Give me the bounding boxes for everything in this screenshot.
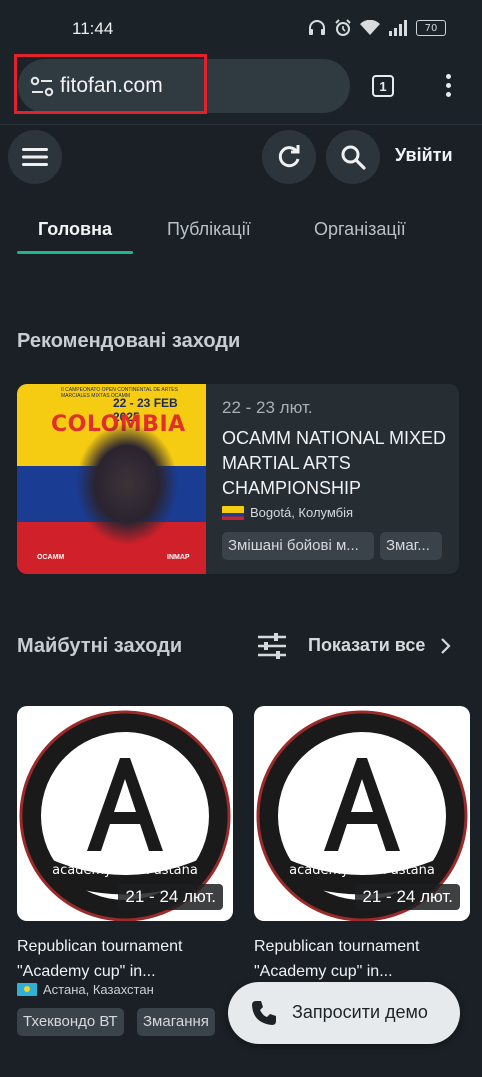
address-bar[interactable]: fitofan.com xyxy=(18,59,350,113)
battery-indicator: 70 xyxy=(416,20,446,36)
logo-text: academy team astana xyxy=(289,863,435,878)
event-location: Астана, Казахстан xyxy=(17,982,154,997)
phone-icon xyxy=(252,1001,276,1025)
search-icon xyxy=(341,145,366,170)
tab-home[interactable]: Головна xyxy=(38,219,112,240)
site-settings-icon[interactable] xyxy=(30,76,54,98)
kazakhstan-flag-icon xyxy=(17,983,37,996)
tab-publications[interactable]: Публікації xyxy=(167,219,251,240)
status-icons: 70 xyxy=(308,19,446,37)
featured-event-location: Bogotá, Колумбія xyxy=(222,505,353,520)
alarm-icon xyxy=(335,19,351,36)
logo-text: academy team astana xyxy=(52,863,198,878)
event-card[interactable]: academy team astana 21 - 24 лют. Republi… xyxy=(254,706,470,980)
event-date-badge: 21 - 24 лют. xyxy=(118,884,223,910)
tab-switcher-button[interactable]: 1 xyxy=(372,75,394,97)
filter-sliders-icon[interactable] xyxy=(258,633,286,659)
url-text[interactable]: fitofan.com xyxy=(60,74,163,98)
active-tab-indicator xyxy=(17,251,133,254)
wifi-icon xyxy=(360,20,380,35)
upcoming-section-title: Майбутні заходи xyxy=(17,635,183,657)
event-card[interactable]: academy team astana 21 - 24 лют. Republi… xyxy=(17,706,233,1036)
colombia-flag-icon xyxy=(222,505,244,520)
event-logo-image[interactable]: academy team astana 21 - 24 лют. xyxy=(254,706,470,921)
show-all-link[interactable]: Показати все xyxy=(308,635,425,656)
tab-organizations[interactable]: Організації xyxy=(314,219,406,240)
headphones-icon xyxy=(309,20,325,35)
poster-fighters-graphic xyxy=(77,424,177,544)
featured-section-title: Рекомендовані заходи xyxy=(17,330,241,352)
tag-chip[interactable]: Тхеквондо ВТ xyxy=(17,1008,124,1036)
poster-brand-left: OCAMM xyxy=(37,554,65,561)
chevron-right-icon[interactable] xyxy=(440,637,452,655)
request-demo-button[interactable]: Запросити демо xyxy=(228,982,460,1044)
overflow-menu-icon[interactable] xyxy=(438,72,458,100)
signal-icon xyxy=(389,20,407,36)
event-title[interactable]: Republican tournament "Academy cup" in..… xyxy=(254,934,470,984)
featured-event-title[interactable]: OCAMM NATIONAL MIXED MARTIAL ARTS CHAMPI… xyxy=(222,426,447,501)
browser-toolbar: fitofan.com 1 xyxy=(0,56,482,124)
tag-chip[interactable]: Змагання xyxy=(137,1008,215,1036)
login-link[interactable]: Увійти xyxy=(395,145,453,166)
event-date-badge: 21 - 24 лют. xyxy=(355,884,460,910)
refresh-icon xyxy=(278,145,300,168)
tag-chip[interactable]: Змішані бойові м... xyxy=(222,532,374,560)
event-title[interactable]: Republican tournament "Academy cup" in..… xyxy=(17,934,233,984)
featured-event-card[interactable]: II CAMPEONATO OPEN CONTINENTAL DE ARTES … xyxy=(17,384,459,574)
featured-location-text: Bogotá, Колумбія xyxy=(250,505,354,520)
event-location-text: Астана, Казахстан xyxy=(43,982,154,997)
featured-event-date: 22 - 23 лют. xyxy=(222,398,313,417)
status-bar: 11:44 70 xyxy=(0,0,482,56)
main-tabs: Головна Публікації Організації xyxy=(0,210,482,260)
event-poster-image[interactable]: II CAMPEONATO OPEN CONTINENTAL DE ARTES … xyxy=(17,384,206,574)
toolbar-divider xyxy=(0,124,482,125)
request-demo-label: Запросити демо xyxy=(292,1002,428,1022)
hamburger-menu-button[interactable] xyxy=(8,130,62,184)
search-button[interactable] xyxy=(326,130,380,184)
event-logo-image[interactable]: academy team astana 21 - 24 лют. xyxy=(17,706,233,921)
tag-chip[interactable]: Змаг... xyxy=(380,532,442,560)
refresh-button[interactable] xyxy=(262,130,316,184)
menu-icon xyxy=(22,148,48,166)
status-time: 11:44 xyxy=(72,19,114,38)
poster-brand-right: INMAP xyxy=(167,554,190,561)
